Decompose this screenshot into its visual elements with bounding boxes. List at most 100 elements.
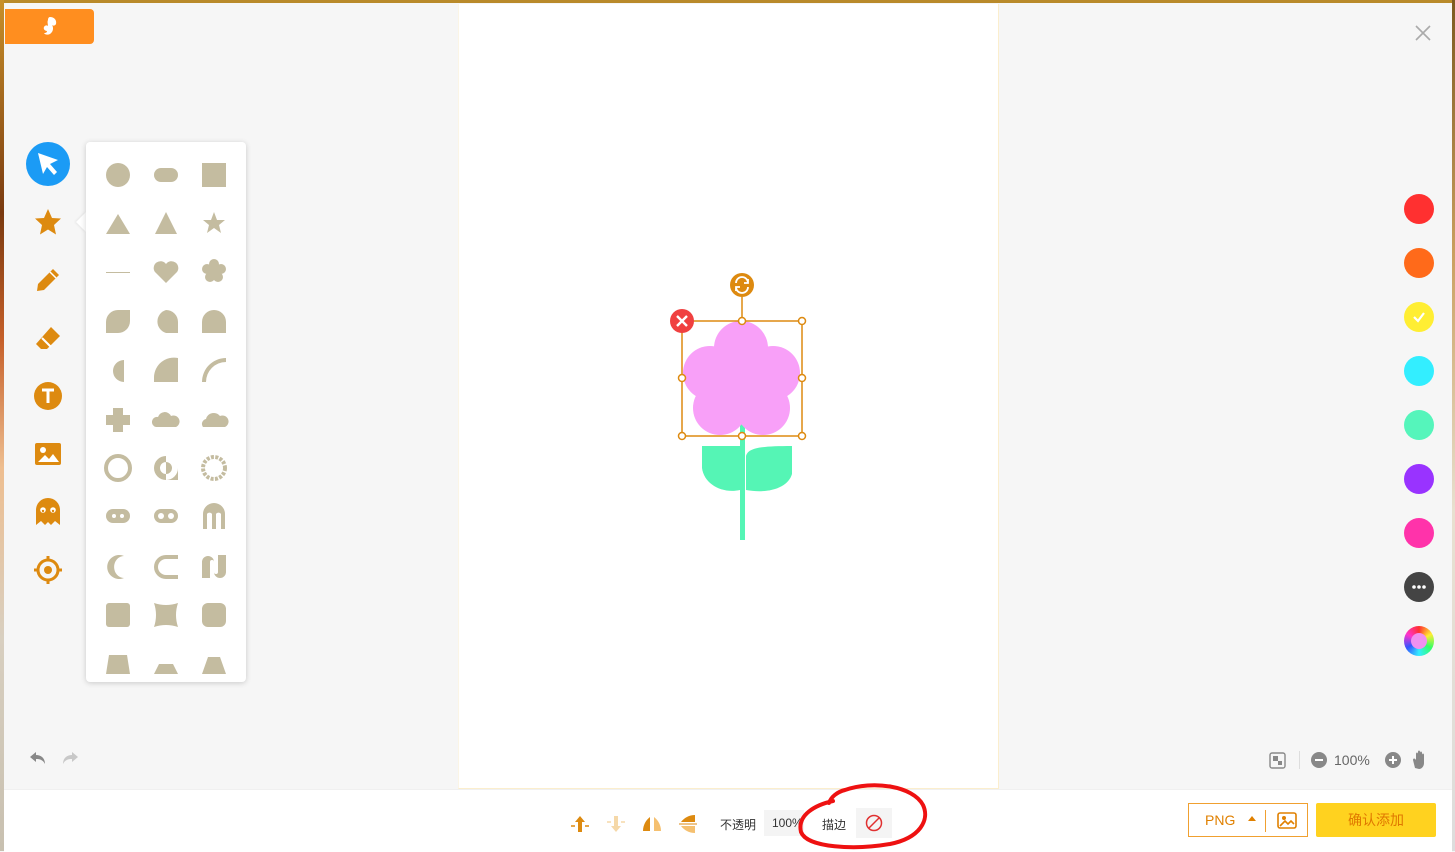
flip-vertical-icon: [679, 815, 697, 833]
tool-sticker[interactable]: [26, 490, 70, 534]
shape-cloud-small[interactable]: [151, 412, 180, 427]
annotation-circle: [798, 783, 928, 850]
color-swatch-cyan[interactable]: [1404, 356, 1434, 386]
shape-rounded-pill-eyes[interactable]: [106, 509, 130, 523]
shape-concave-square[interactable]: [154, 603, 178, 627]
shape-circle[interactable]: [106, 163, 130, 187]
undo-button[interactable]: [28, 748, 48, 768]
shape-quarter-circle[interactable]: [154, 357, 178, 382]
shape-cross[interactable]: [106, 408, 130, 432]
confirm-add-button[interactable]: 确认添加: [1316, 803, 1436, 837]
format-divider: [1265, 810, 1266, 832]
flip-horizontal-icon: [643, 817, 661, 831]
shape-cog-ring[interactable]: [201, 455, 227, 481]
format-value: PNG: [1205, 812, 1236, 828]
canvas-drawing[interactable]: [660, 268, 820, 548]
eraser-icon: [36, 327, 60, 349]
shape-pill[interactable]: [154, 168, 178, 182]
color-swatch-mint[interactable]: [1404, 410, 1434, 440]
zoom-out-button[interactable]: [1309, 748, 1329, 772]
tool-shapes[interactable]: [26, 200, 70, 244]
image-icon: [35, 443, 61, 465]
transparency-toggle[interactable]: [1268, 748, 1288, 772]
color-swatch-yellow[interactable]: [1404, 302, 1434, 332]
zoom-in-button[interactable]: [1383, 748, 1403, 772]
tool-locate[interactable]: [26, 548, 70, 592]
shape-panel: [86, 142, 246, 682]
shape-tear-drop[interactable]: [157, 310, 178, 333]
tool-image[interactable]: [26, 432, 70, 476]
close-icon: [1415, 25, 1431, 41]
flower-leaf-right[interactable]: [746, 446, 792, 492]
shape-rounded-tile[interactable]: [202, 603, 226, 627]
shape-ring[interactable]: [104, 454, 132, 482]
shape-square[interactable]: [202, 163, 226, 187]
shape-heart[interactable]: [153, 261, 179, 283]
format-select[interactable]: PNG: [1188, 803, 1308, 837]
export-settings-button[interactable]: [1275, 810, 1299, 832]
shape-star[interactable]: [203, 212, 225, 233]
opacity-label: 不透明: [720, 818, 757, 832]
shape-line[interactable]: [106, 272, 130, 273]
delete-x-icon[interactable]: [670, 309, 694, 333]
shape-leaf[interactable]: [106, 310, 130, 333]
color-swatch-pink[interactable]: [1404, 518, 1434, 548]
pencil-icon: [37, 269, 59, 291]
more-colors-button[interactable]: [1404, 572, 1434, 602]
flower-leaf-left[interactable]: [702, 446, 740, 491]
color-swatch-purple[interactable]: [1404, 464, 1434, 494]
shape-rounded-square[interactable]: [106, 603, 130, 627]
undo-icon: [30, 752, 45, 764]
target-icon: [34, 556, 62, 584]
window-left-border: [0, 0, 4, 851]
shape-crescent[interactable]: [107, 555, 124, 579]
bring-forward-button[interactable]: [568, 812, 592, 836]
checkmark-icon: [1413, 312, 1425, 323]
zoom-level: 100%: [1334, 752, 1370, 768]
ghost-icon: [36, 498, 60, 525]
logo-button[interactable]: [5, 9, 94, 44]
send-backward-icon: [607, 816, 625, 832]
send-backward-button[interactable]: [604, 812, 628, 836]
shape-arc[interactable]: [202, 358, 226, 382]
pan-hand-button[interactable]: [1410, 748, 1430, 772]
star-icon: [35, 209, 61, 235]
text-icon: [34, 382, 62, 410]
tool-text[interactable]: [26, 374, 70, 418]
flip-vertical-button[interactable]: [676, 812, 700, 836]
redo-button[interactable]: [60, 748, 80, 768]
color-swatch-red[interactable]: [1404, 194, 1434, 224]
tool-pen[interactable]: [26, 258, 70, 302]
shape-trapezoid-wide[interactable]: [202, 657, 226, 674]
redo-icon: [63, 752, 78, 764]
more-dots-icon: [1412, 585, 1426, 589]
color-picker-button[interactable]: [1404, 626, 1434, 656]
image-export-icon: [1277, 812, 1297, 829]
shape-flower[interactable]: [202, 259, 226, 282]
rotate-icon[interactable]: [730, 273, 754, 297]
shape-panel-pointer: [76, 212, 86, 232]
zoom-out-icon: [1311, 752, 1327, 768]
window-top-border: [0, 0, 1455, 3]
color-swatch-orange[interactable]: [1404, 248, 1434, 278]
cursor-icon: [26, 142, 70, 186]
shape-half-circle[interactable]: [113, 360, 124, 382]
shape-cloud[interactable]: [201, 412, 229, 427]
flower-shape[interactable]: [683, 321, 800, 435]
shape-trapezoid[interactable]: [106, 655, 130, 674]
shape-wave-shape[interactable]: [202, 555, 226, 578]
shape-m-shape[interactable]: [203, 503, 225, 529]
shape-infinity-pill[interactable]: [154, 509, 178, 523]
shape-c-shape[interactable]: [154, 555, 178, 579]
tool-eraser[interactable]: [26, 316, 70, 360]
caret-up-icon: [1248, 816, 1256, 821]
flip-horizontal-button[interactable]: [640, 812, 664, 836]
shape-arch[interactable]: [202, 310, 226, 333]
transparency-grid-icon: [1269, 752, 1286, 769]
tool-select[interactable]: [26, 142, 70, 186]
shape-speech-ring[interactable]: [154, 456, 178, 480]
shape-trapezoid-short[interactable]: [154, 664, 178, 674]
shape-tall-triangle[interactable]: [155, 212, 177, 234]
shape-triangle[interactable]: [106, 214, 130, 234]
close-button[interactable]: [1412, 22, 1434, 44]
